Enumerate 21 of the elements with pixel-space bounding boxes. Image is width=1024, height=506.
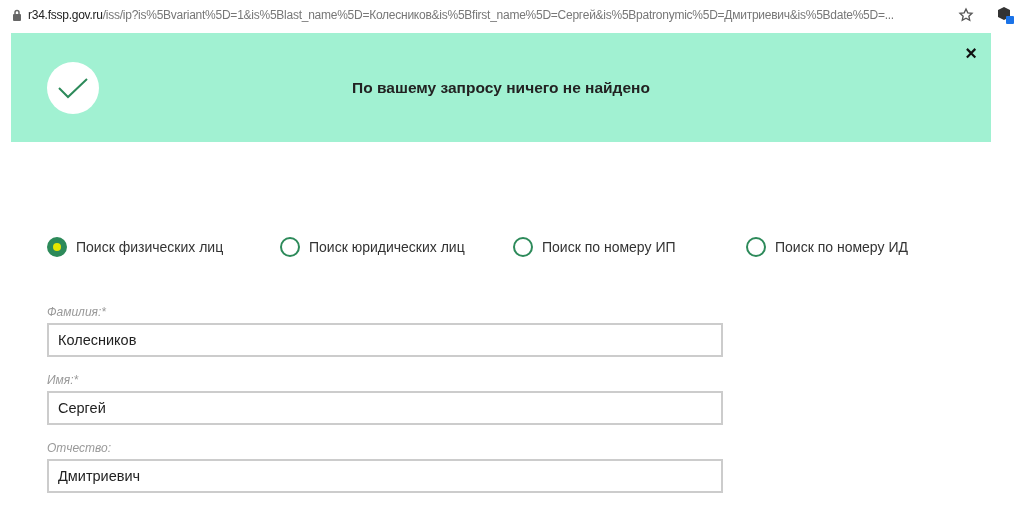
radio-button[interactable] [513, 237, 533, 257]
url-text[interactable]: r34.fssp.gov.ru/iss/ip?is%5Bvariant%5D=1&is%5Blast_name%5D=Колесников&is%5Bfirst_name%5D=Сергей&is%5Bpatronymic%5D=Дмитриевич&is%5Bdate%5D=... [28, 8, 952, 22]
radio-label[interactable]: Поиск по номеру ИП [542, 239, 676, 255]
field-label: Имя:* [47, 373, 79, 387]
lock-icon [12, 9, 22, 21]
star-icon[interactable] [958, 7, 974, 23]
radio-button[interactable] [47, 237, 67, 257]
extension-icon[interactable] [996, 6, 1014, 24]
check-icon [47, 61, 99, 114]
close-button[interactable]: × [965, 43, 977, 63]
radio-label[interactable]: Поиск физических лиц [76, 239, 224, 255]
radio-label[interactable]: Поиск юридических лиц [309, 239, 465, 255]
field-label: Отчество: [47, 441, 112, 455]
radio-button[interactable] [746, 237, 766, 257]
field-label: Фамилия:* [47, 305, 106, 319]
alert-message: По вашему запросу ничего не найдено [351, 78, 651, 97]
input-field[interactable]: Колесников [47, 323, 723, 357]
input-field[interactable]: Сергей [47, 391, 723, 425]
radio-label[interactable]: Поиск по номеру ИД [775, 239, 908, 255]
radio-button[interactable] [280, 237, 300, 257]
input-field[interactable]: Дмитриевич [47, 459, 723, 493]
